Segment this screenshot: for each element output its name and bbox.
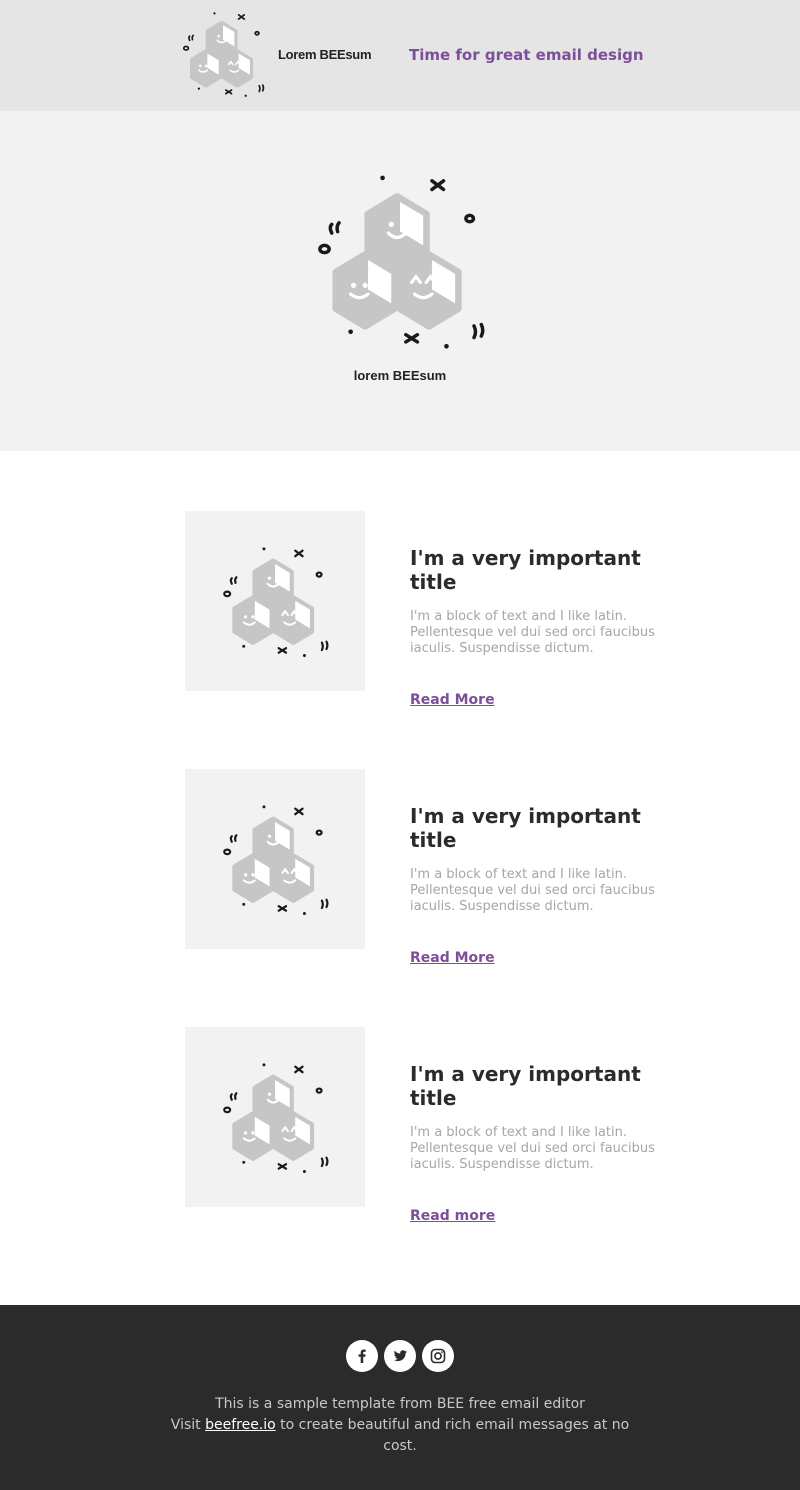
footer-line-2: to create beautiful and rich email messa… (280, 1417, 630, 1454)
read-more-link[interactable]: Read more (410, 1208, 495, 1224)
footer-text: This is a sample template from BEE free … (160, 1394, 640, 1457)
hero-bee-logo-icon (310, 175, 490, 355)
hero-banner: lorem BEEsum (0, 111, 800, 451)
bee-logo-icon (218, 547, 332, 661)
hero-brand-name: lorem BEEsum (353, 368, 447, 383)
twitter-icon[interactable] (384, 1340, 416, 1372)
article-text: I'm a block of text and I like latin. Pe… (410, 1125, 655, 1172)
article-card: I'm a very important title I'm a block o… (185, 1027, 655, 1224)
social-links (346, 1340, 454, 1372)
footer-visit-label: Visit (170, 1417, 201, 1433)
facebook-icon[interactable] (346, 1340, 378, 1372)
article-thumbnail (185, 1027, 365, 1207)
footer-line-1: This is a sample template from BEE free … (215, 1396, 585, 1412)
article-title: I'm a very important title (410, 1062, 641, 1110)
beefree-link[interactable]: beefree.io (205, 1417, 276, 1433)
article-thumbnail (185, 511, 365, 691)
bee-logo-icon (218, 805, 332, 919)
bee-logo-icon (182, 12, 266, 99)
header-tagline: Time for great email design (409, 46, 644, 64)
article-thumbnail (185, 769, 365, 949)
article-text: I'm a block of text and I like latin. Pe… (410, 867, 655, 914)
footer: This is a sample template from BEE free … (0, 1305, 800, 1490)
article-title: I'm a very important title (410, 546, 641, 594)
read-more-link[interactable]: Read More (410, 950, 495, 966)
article-text: I'm a block of text and I like latin. Pe… (410, 609, 655, 656)
article-card: I'm a very important title I'm a block o… (185, 511, 655, 708)
header-brand-name: Lorem BEEsum (278, 47, 372, 62)
article-title: I'm a very important title (410, 804, 641, 852)
instagram-icon[interactable] (422, 1340, 454, 1372)
read-more-link[interactable]: Read More (410, 692, 495, 708)
article-card: I'm a very important title I'm a block o… (185, 769, 655, 966)
bee-logo-icon (218, 1063, 332, 1177)
header: Lorem BEEsum Time for great email design (0, 0, 800, 111)
